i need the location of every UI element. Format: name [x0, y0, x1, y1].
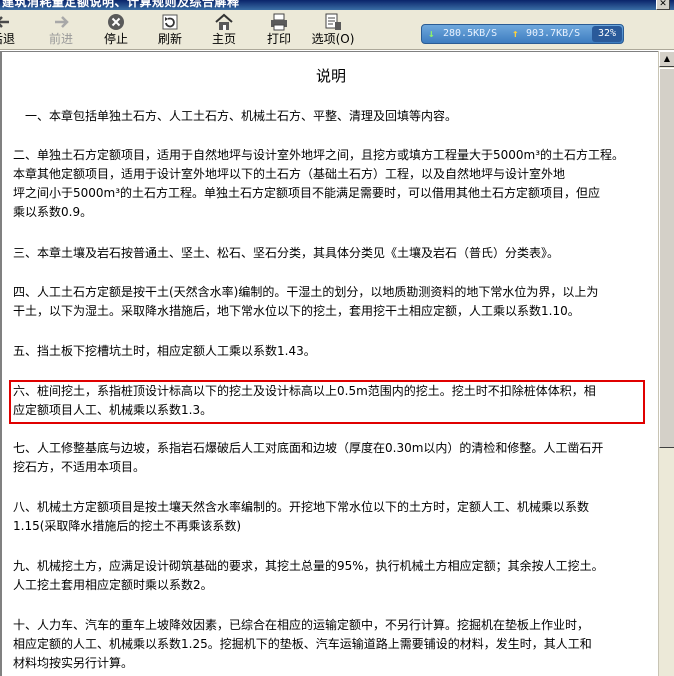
paragraph-line: 1.15(采取降水措施后的挖土不再乘该系数): [13, 519, 242, 533]
refresh-button[interactable]: 刷新: [153, 12, 187, 48]
print-button[interactable]: 打印: [262, 12, 296, 48]
home-button[interactable]: 主页: [207, 12, 241, 48]
forward-arrow-icon: [55, 16, 69, 28]
document-view: 说明 一、本章包括单独土石方、人工土石方、机械土石方、平整、清理及回填等内容。 …: [0, 51, 658, 676]
options-button[interactable]: 选项(O): [309, 12, 357, 48]
window-titlebar: 建筑消耗量定额说明、计算规则及综合解释 ✕: [0, 0, 674, 10]
print-icon: [271, 13, 287, 31]
scroll-up-button[interactable]: ▲: [659, 51, 674, 67]
paragraph-10: 十、人力车、汽车的重车上坡降效因素，已综合在相应的运输定额中，不另行计算。挖掘机…: [13, 616, 651, 673]
paragraph-line: 四、人工土石方定额是按干土(天然含水率)编制的。干湿土的划分，以地质勘测资料的地…: [13, 285, 599, 299]
chevron-up-icon: ▲: [663, 54, 671, 63]
options-label: 选项(O): [311, 32, 355, 46]
paragraph-line: 一、本章包括单独土石方、人工土石方、机械土石方、平整、清理及回填等内容。: [13, 109, 458, 123]
window-title: 建筑消耗量定额说明、计算规则及综合解释: [2, 0, 240, 9]
paragraph-5: 五、挡土板下挖槽坑土时，相应定额人工乘以系数1.43。: [13, 342, 651, 361]
back-button[interactable]: 后退: [0, 12, 20, 48]
paragraph-line: 人工挖土套用相应定额时乘以系数2。: [13, 578, 213, 592]
paragraph-1: 一、本章包括单独土石方、人工土石方、机械土石方、平整、清理及回填等内容。: [13, 107, 651, 126]
forward-label: 前进: [48, 32, 73, 46]
paragraph-line: 九、机械挖土方，应满足设计砌筑基础的要求，其挖土总量的95%，执行机械土方相应定…: [13, 559, 604, 573]
back-label: 后退: [0, 32, 15, 46]
home-label: 主页: [211, 32, 236, 46]
refresh-label: 刷新: [157, 32, 182, 46]
paragraph-line: 八、机械土方定额项目是按土壤天然含水率编制的。开挖地下常水位以下的土方时，定额人…: [13, 500, 590, 514]
paragraph-line: 材料均按实另行计算。: [13, 656, 134, 670]
paragraph-line: 干土，以下为湿土。采取降水措施后，地下常水位以下的挖土，套用挖干土相应定额，人工…: [13, 304, 580, 318]
stop-label: 停止: [103, 32, 128, 46]
download-speed: 280.5KB/S: [443, 28, 498, 39]
paragraph-line: 乘以系数0.9。: [13, 205, 93, 219]
paragraph-line: 相应定额的人工、机械乘以系数1.25。挖掘机下的垫板、汽车运输道路上需要铺设的材…: [13, 637, 592, 651]
upload-speed: 903.7KB/S: [526, 28, 581, 39]
stop-button[interactable]: 停止: [99, 12, 133, 48]
paragraph-9: 九、机械挖土方，应满足设计砌筑基础的要求，其挖土总量的95%，执行机械土方相应定…: [13, 557, 651, 595]
paragraph-4: 四、人工土石方定额是按干土(天然含水率)编制的。干湿土的划分，以地质勘测资料的地…: [13, 283, 651, 321]
paragraph-8: 八、机械土方定额项目是按土壤天然含水率编制的。开挖地下常水位以下的土方时，定额人…: [13, 498, 651, 536]
print-label: 打印: [266, 32, 291, 46]
toolbar: 后退 前进 停止 刷新 主页: [0, 10, 674, 50]
paragraph-line: 坪之间小于5000m³的土石方工程。单独土石方定额项目不能满足需要时，可以借用其…: [13, 186, 601, 200]
paragraph-2: 二、单独土石方定额项目，适用于自然地坪与设计室外地坪之间，且挖方或填方工程量大于…: [13, 146, 651, 222]
paragraph-line: 三、本章土壤及岩石按普通土、坚土、松石、坚石分类，其具体分类见《土壤及岩石（普氏…: [13, 246, 560, 260]
paragraph-7: 七、人工修整基底与边坡，系指岩石爆破后人工对底面和边坡（厚度在0.30m以内）的…: [13, 439, 651, 477]
document-title: 说明: [315, 67, 346, 85]
paragraph-line: 二、单独土石方定额项目，适用于自然地坪与设计室外地坪之间，且挖方或填方工程量大于…: [13, 148, 625, 162]
close-window-button[interactable]: ✕: [656, 0, 670, 10]
stop-icon: [108, 14, 124, 30]
paragraph-line: 本章其他定额项目，适用于设计室外地坪以下的土石方（基础土石方）工程，以及自然地坪…: [13, 167, 566, 181]
options-icon: [325, 13, 341, 30]
vertical-scrollbar[interactable]: ▲: [658, 51, 674, 676]
back-arrow-icon: [0, 16, 9, 28]
home-icon: [215, 13, 233, 30]
paragraph-line: 七、人工修整基底与边坡，系指岩石爆破后人工对底面和边坡（厚度在0.30m以内）的…: [13, 441, 604, 455]
download-arrow-icon: ↓: [428, 27, 435, 40]
upload-arrow-icon: ↑: [512, 27, 519, 40]
refresh-icon: [162, 14, 178, 30]
usage-percent: 32%: [592, 26, 622, 42]
paragraph-line: 挖石方，不适用本项目。: [13, 460, 146, 474]
highlight-box: [9, 380, 645, 424]
network-speed-indicator: ↓ 280.5KB/S ↑ 903.7KB/S 32%: [421, 24, 624, 44]
forward-button[interactable]: 前进: [44, 12, 78, 48]
scroll-thumb[interactable]: [659, 68, 674, 448]
paragraph-line: 十、人力车、汽车的重车上坡降效因素，已综合在相应的运输定额中，不另行计算。挖掘机…: [13, 618, 590, 632]
paragraph-line: 五、挡土板下挖槽坑土时，相应定额人工乘以系数1.43。: [13, 344, 316, 358]
paragraph-3: 三、本章土壤及岩石按普通土、坚土、松石、坚石分类，其具体分类见《土壤及岩石（普氏…: [13, 244, 651, 263]
